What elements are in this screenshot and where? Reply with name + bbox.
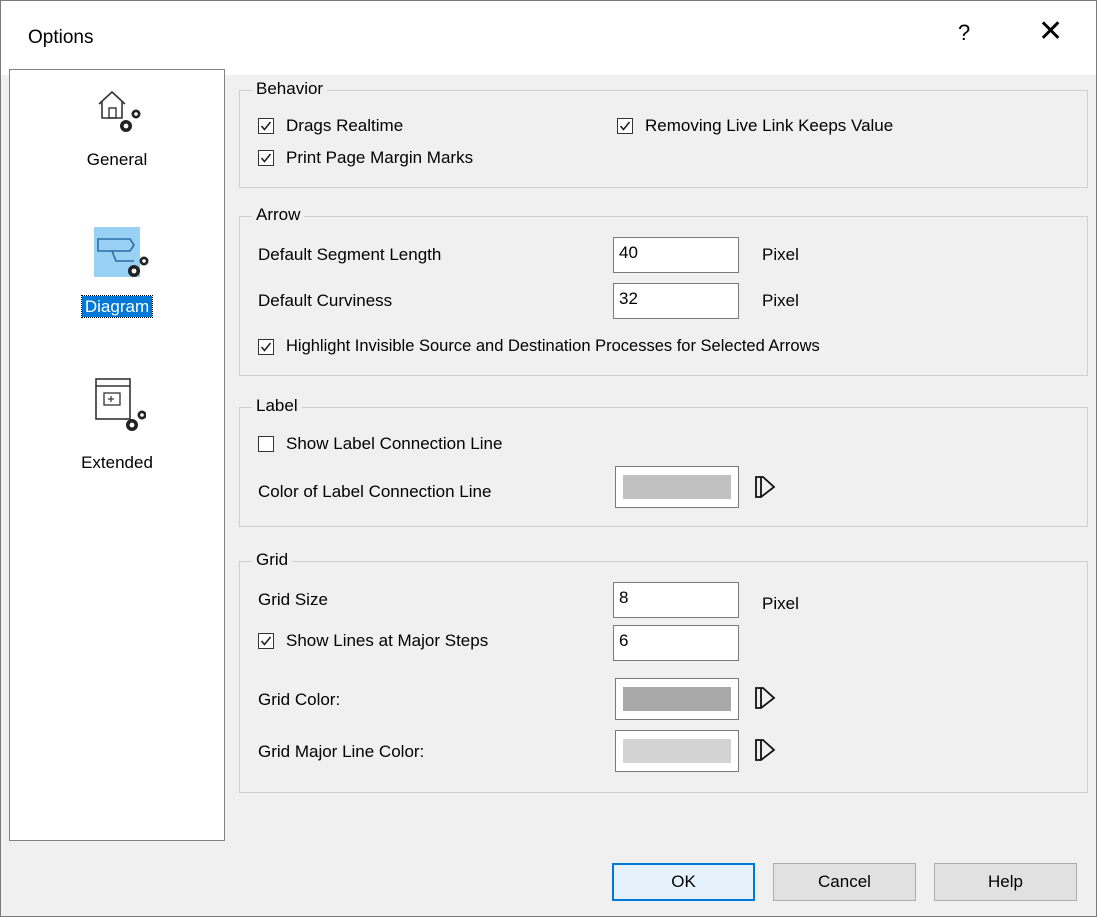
close-button[interactable]: ✕ — [1038, 14, 1063, 49]
print-page-margin-label[interactable]: Print Page Margin Marks — [286, 148, 473, 168]
color-fill — [623, 739, 731, 763]
extended-settings-icon — [94, 377, 147, 442]
color-picker-icon[interactable] — [754, 737, 776, 763]
color-picker-icon[interactable] — [754, 685, 776, 711]
curviness-input[interactable]: 32 — [613, 283, 739, 319]
grid-color-label: Grid Color: — [258, 690, 341, 709]
arrow-group-title: Arrow — [252, 205, 305, 225]
grid-group-title: Grid — [252, 550, 293, 570]
behavior-group-title: Behavior — [252, 79, 328, 99]
diagram-settings-icon — [94, 227, 152, 290]
show-label-connection-checkbox[interactable] — [258, 436, 274, 452]
window-title: Options — [28, 27, 94, 48]
drags-realtime-label[interactable]: Drags Realtime — [286, 116, 403, 136]
checkmark-icon — [260, 636, 272, 646]
label-connection-color-swatch[interactable] — [615, 466, 739, 508]
grid-size-input[interactable]: 8 — [613, 582, 739, 618]
curviness-unit: Pixel — [762, 291, 799, 310]
category-sidebar: General Diagram Extended — [9, 69, 225, 841]
label-connection-color-label: Color of Label Connection Line — [258, 482, 492, 501]
label-group-title: Label — [252, 396, 302, 416]
drags-realtime-checkbox[interactable] — [258, 118, 274, 134]
ok-button[interactable]: OK — [612, 863, 755, 901]
behavior-group — [239, 90, 1088, 188]
color-fill — [623, 475, 731, 499]
sidebar-item-general[interactable]: General — [10, 70, 224, 200]
color-picker-icon[interactable] — [754, 474, 776, 500]
sidebar-item-label: Diagram — [80, 295, 154, 318]
major-steps-input[interactable]: 6 — [613, 625, 739, 661]
grid-color-swatch[interactable] — [615, 678, 739, 720]
grid-major-color-swatch[interactable] — [615, 730, 739, 772]
checkmark-icon — [260, 342, 272, 352]
grid-size-unit: Pixel — [762, 594, 799, 613]
show-label-connection-label[interactable]: Show Label Connection Line — [286, 434, 502, 454]
print-page-margin-checkbox[interactable] — [258, 150, 274, 166]
highlight-invisible-label[interactable]: Highlight Invisible Source and Destinati… — [286, 337, 820, 356]
help-button[interactable]: Help — [934, 863, 1077, 901]
segment-length-label: Default Segment Length — [258, 245, 442, 264]
help-title-button[interactable]: ? — [958, 20, 970, 46]
home-settings-icon — [94, 84, 144, 141]
color-fill — [623, 687, 731, 711]
checkmark-icon — [260, 153, 272, 163]
curviness-label: Default Curviness — [258, 291, 393, 310]
cancel-button[interactable]: Cancel — [773, 863, 916, 901]
sidebar-item-extended[interactable]: Extended — [10, 365, 224, 485]
removing-live-link-checkbox[interactable] — [617, 118, 633, 134]
sidebar-item-label: Extended — [81, 453, 153, 472]
checkmark-icon — [260, 121, 272, 131]
checkmark-icon — [619, 121, 631, 131]
sidebar-item-diagram[interactable]: Diagram — [10, 215, 224, 325]
removing-live-link-label[interactable]: Removing Live Link Keeps Value — [645, 116, 893, 136]
highlight-invisible-checkbox[interactable] — [258, 339, 274, 355]
grid-size-label: Grid Size — [258, 590, 328, 609]
show-major-lines-checkbox[interactable] — [258, 633, 274, 649]
segment-length-unit: Pixel — [762, 245, 799, 264]
title-bar — [0, 0, 1097, 75]
sidebar-item-label: General — [86, 150, 148, 169]
segment-length-input[interactable]: 40 — [613, 237, 739, 273]
show-major-lines-label[interactable]: Show Lines at Major Steps — [286, 631, 488, 651]
grid-major-color-label: Grid Major Line Color: — [258, 742, 425, 761]
